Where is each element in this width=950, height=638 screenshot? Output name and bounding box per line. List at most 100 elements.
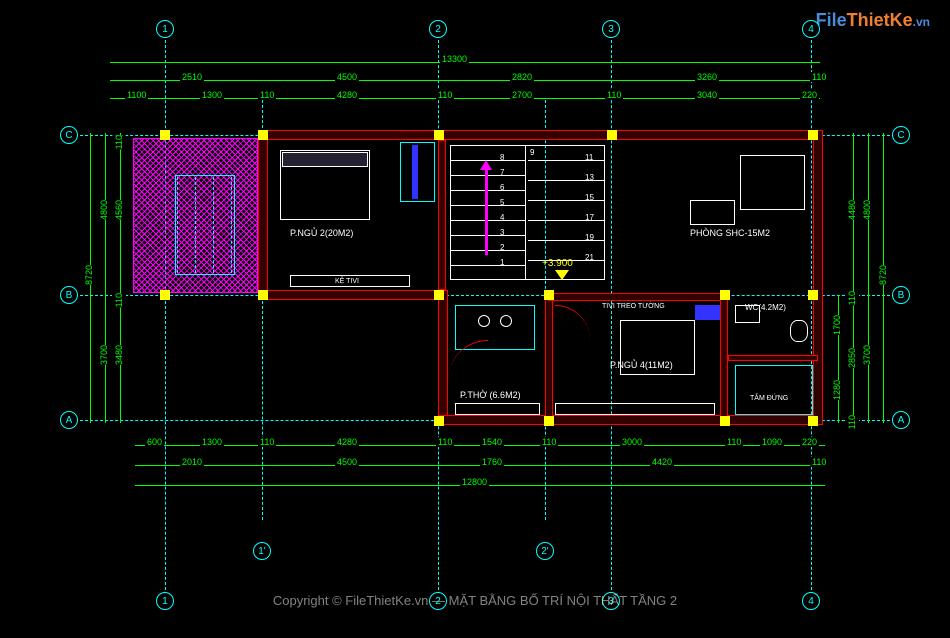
dim-t2-3: 110 [258,90,276,100]
sn-3: 3 [500,228,504,237]
dim-t2-2: 1300 [200,90,224,100]
col-2 [258,130,268,140]
dim-bot-total-text: 12800 [460,477,489,487]
grid-line-b [65,295,895,296]
dim-b1-10: 1090 [760,437,784,447]
dim-b1-9: 110 [725,437,743,447]
label-tv-shelf: KỆ TIVI [335,278,359,285]
rail-1 [177,177,178,273]
label-bedroom2: P.NGỦ 2(20M2) [290,228,353,238]
watermark: Copyright © FileThietKe.vn — MẶT BẰNG BỐ… [0,593,950,608]
elevation-text: +3.900 [542,258,573,269]
dim-b1-5: 110 [436,437,454,447]
rail-2 [195,177,196,273]
dim-left-1 [105,133,106,423]
dim-left-2 [120,133,121,423]
dim-b1-2: 1300 [200,437,224,447]
dim-t1-3: 2820 [510,72,534,82]
dim-b2-4: 4420 [650,457,674,467]
col-14 [720,416,730,426]
sn-11: 11 [585,153,593,162]
dim-l2-1: 110 [112,135,126,149]
grid-label-1p-bot: 1' [253,542,271,560]
grid-line-1 [165,30,166,600]
sofa [740,155,805,210]
dim-r2-4: 110 [845,415,859,429]
dim-b1-1: 600 [145,437,164,447]
wall-east [813,130,823,425]
sn-21: 21 [585,253,594,262]
sn-6: 6 [500,183,504,192]
label-shower: TẮM ĐỨNG [750,395,788,402]
sn-5: 5 [500,198,504,207]
dim-b1-4: 4280 [335,437,359,447]
wall-int-4 [720,293,728,418]
dim-l1-2: 3700 [97,345,111,365]
sn-2: 2 [500,243,504,252]
logo-part2: ThietKe [847,10,913,30]
dim-b2-3: 1760 [480,457,504,467]
logo: FileThietKe.vn [816,10,930,31]
dim-r1-2: 3700 [860,345,874,365]
counter-south [555,403,715,415]
dim-ri-2: 1280 [830,380,844,400]
dim-t2-5: 110 [436,90,454,100]
rail-3 [213,177,214,273]
dim-b1-6: 1540 [480,437,504,447]
dim-b2-5: 110 [810,457,828,467]
tread-l8 [450,265,525,266]
bed4-side [695,305,720,320]
dim-t1-5: 110 [810,72,828,82]
altar [455,305,535,350]
elevation-arrow-icon [555,270,569,280]
counter-worship [455,403,540,415]
dim-b1-11: 220 [800,437,819,447]
sn-13: 13 [585,173,594,182]
dim-right-1 [868,133,869,423]
dim-b1-3: 110 [258,437,276,447]
dim-b1-8: 3000 [620,437,644,447]
dim-t1-1: 2510 [180,72,204,82]
dim-r2-2: 110 [845,291,859,305]
col-9 [544,290,554,300]
wall-west-upper [258,130,268,300]
col-4 [607,130,617,140]
grid-label-a-r: A [892,411,910,429]
door-arc-1 [448,340,488,380]
dim-right-total-text: 8720 [876,265,890,285]
wardrobe-accent [412,145,418,199]
wall-wc-div [728,355,818,361]
dim-t2-7: 110 [605,90,623,100]
dim-b1-7: 110 [540,437,558,447]
dim-t2-6: 2700 [510,90,534,100]
wall-west-lower [438,290,448,425]
col-6 [160,290,170,300]
dim-l2-3: 110 [112,293,126,307]
label-tv-wall: TIVI TREO TƯỜNG [602,303,665,310]
floor-plan-canvas: FileThietKe.vn 1 2 3 4 1 1' 2 2' 3 4 C B… [0,0,950,638]
door-arc-2 [555,305,590,340]
col-5 [808,130,818,140]
grid-label-2p-bot: 2' [536,542,554,560]
wall-int-2 [545,290,553,420]
col-1 [160,130,170,140]
label-worship: P.THỜ (6.6M2) [460,390,521,400]
pillow-1 [282,152,368,167]
dim-b2-2: 4500 [335,457,359,467]
dim-right-2 [853,133,854,423]
wall-north [258,130,823,140]
dim-top-total-text: 13300 [440,54,469,64]
sn-7: 7 [500,168,504,177]
stair-arrow [485,165,488,255]
col-7 [258,290,268,300]
col-13 [544,416,554,426]
dim-ri-1: 1700 [830,315,844,335]
sn-19: 19 [585,233,594,242]
grid-line-3 [611,30,612,600]
dim-t1-2: 4500 [335,72,359,82]
grid-label-c-r: C [892,126,910,144]
dim-b2-1: 2010 [180,457,204,467]
grid-label-4-top: 4 [802,20,820,38]
grid-label-b-l: B [60,286,78,304]
wall-int-3 [548,293,728,301]
